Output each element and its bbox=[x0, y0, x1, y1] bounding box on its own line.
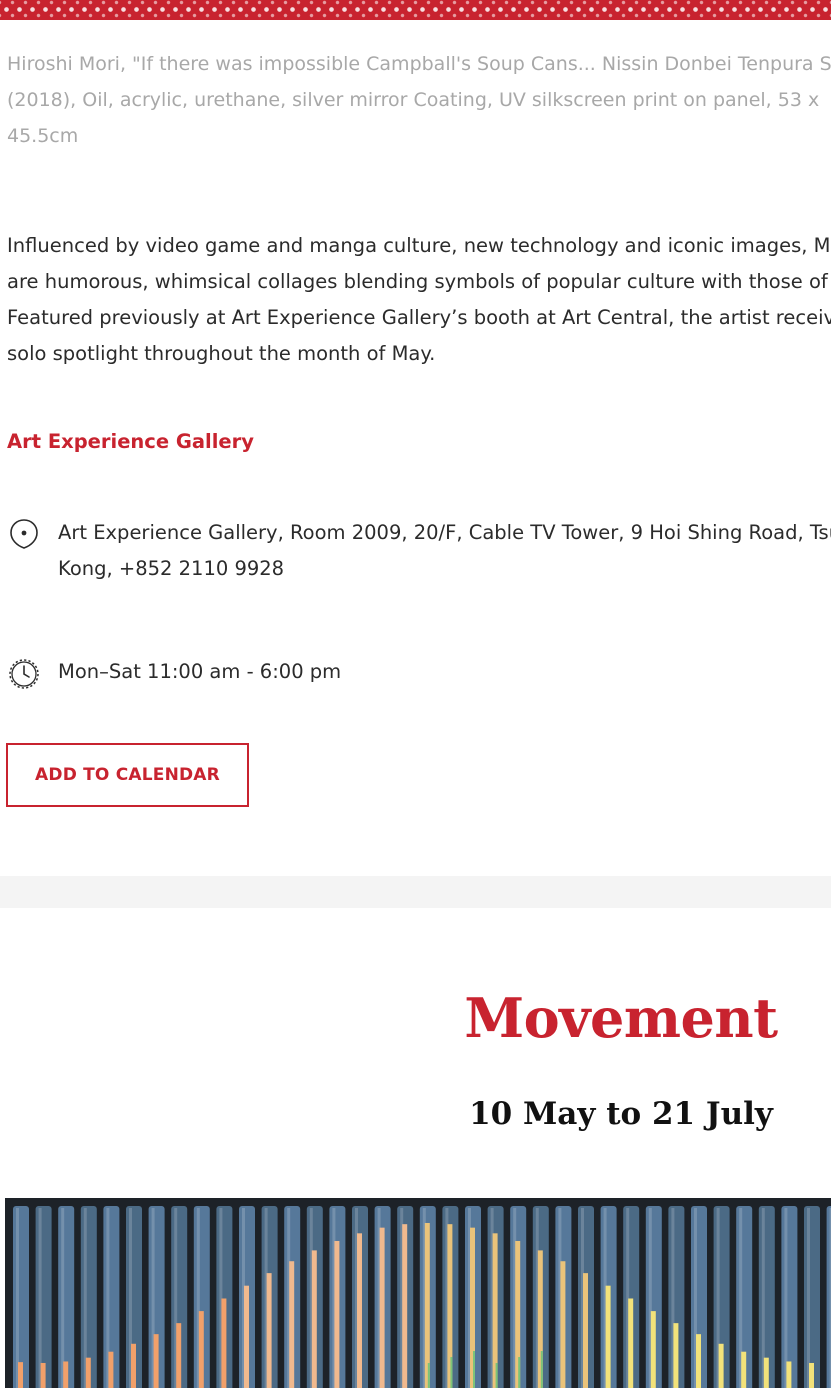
description-line: Featured previously at Art Experience Ga… bbox=[7, 306, 831, 329]
gallery-link[interactable]: Art Experience Gallery bbox=[7, 424, 254, 460]
event-image-graphic bbox=[13, 1206, 831, 1388]
description-line: Influenced by video game and manga cultu… bbox=[7, 234, 831, 257]
add-to-calendar-button[interactable]: ADD TO CALENDAR bbox=[6, 743, 249, 807]
location-line: Art Experience Gallery, Room 2009, 20/F,… bbox=[58, 521, 831, 544]
page: Hiroshi Mori, "If there was impossible C… bbox=[0, 0, 831, 1388]
caption-line: Hiroshi Mori, "If there was impossible C… bbox=[7, 53, 831, 75]
event-description: Influenced by video game and manga cultu… bbox=[7, 228, 831, 372]
hours-text: Mon–Sat 11:00 am - 6:00 pm bbox=[58, 660, 342, 683]
description-line: solo spotlight throughout the month of M… bbox=[7, 342, 436, 365]
location-text: Art Experience Gallery, Room 2009, 20/F,… bbox=[58, 515, 831, 587]
section-divider bbox=[0, 876, 831, 908]
artwork-image-bottom-edge bbox=[0, 0, 831, 20]
event-dates: 10 May to 21 July bbox=[469, 1096, 773, 1132]
caption-line: 45.5cm bbox=[7, 125, 79, 147]
caption-line: (2018), Oil, acrylic, urethane, silver m… bbox=[7, 89, 820, 111]
event-image bbox=[5, 1198, 831, 1388]
description-line: are humorous, whimsical collages blendin… bbox=[7, 270, 831, 293]
clock-icon bbox=[7, 657, 41, 691]
artwork-caption: Hiroshi Mori, "If there was impossible C… bbox=[7, 46, 831, 154]
location-line: Kong, +852 2110 9928 bbox=[58, 557, 285, 580]
location-pin-icon bbox=[7, 518, 41, 552]
event-title: Movement bbox=[464, 986, 778, 1050]
